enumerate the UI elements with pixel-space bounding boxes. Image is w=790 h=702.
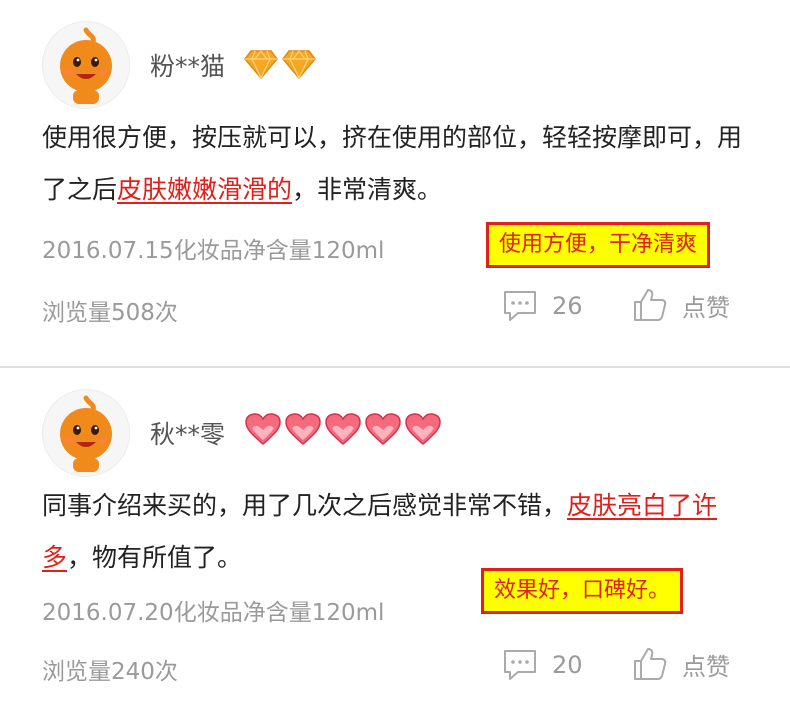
review-meta: 2016.07.20化妆品净含量120ml (42, 600, 385, 626)
thumbs-up-icon (634, 289, 667, 321)
avatar[interactable] (42, 389, 130, 477)
annotation-note: 使用方便，干净清爽 (486, 222, 711, 268)
comment-bubble-icon (504, 291, 536, 321)
thumbs-up-icon (634, 648, 667, 680)
annotation-note: 效果好，口碑好。 (481, 568, 684, 614)
review-content: 使用很方便，按压就可以，挤在使用的部位，轻轻按摩即可，用了之后皮肤嫩嫩滑滑的，非… (42, 112, 752, 216)
like-label: 点赞 (682, 293, 730, 322)
comment-bubble-icon (504, 650, 536, 680)
user-level-badges (243, 48, 317, 80)
comment-count: 26 (552, 292, 583, 320)
view-count: 浏览量240次 (42, 659, 178, 685)
comment-button[interactable]: 20 (502, 648, 583, 682)
gold-diamond-icon (244, 50, 278, 80)
review-card: 粉**猫 使用很方便，按压就可以，挤在使用的部位，轻轻按摩即可，用了之后皮肤嫩嫩… (0, 0, 790, 366)
user-level-badges (244, 412, 442, 446)
red-heart-icon (405, 413, 441, 446)
comment-count: 20 (552, 651, 583, 679)
orange-mascot-avatar-icon (43, 390, 129, 476)
username[interactable]: 秋**零 (150, 415, 225, 451)
review-meta: 2016.07.15化妆品净含量120ml (42, 238, 385, 264)
red-heart-icon (245, 413, 281, 446)
view-count: 浏览量508次 (42, 300, 178, 326)
red-heart-icon (325, 413, 361, 446)
red-heart-icon (285, 413, 321, 446)
avatar[interactable] (42, 21, 130, 109)
like-label: 点赞 (682, 652, 730, 681)
gold-diamond-icon (282, 50, 316, 80)
like-button[interactable]: 点赞 (632, 646, 730, 682)
review-text: 同事介绍来买的，用了几次之后感觉非常不错， (42, 491, 568, 520)
review-text-end: ，非常清爽。 (292, 175, 443, 204)
highlighted-phrase: 皮肤嫩嫩滑滑的 (117, 175, 293, 204)
like-button[interactable]: 点赞 (632, 287, 730, 323)
comment-button[interactable]: 26 (502, 289, 583, 323)
orange-mascot-avatar-icon (43, 22, 129, 108)
review-card: 秋**零 同事介绍来买的，用了几次之后感觉非常不错，皮肤亮白了许多，物有所值了。… (0, 368, 790, 702)
red-heart-icon (365, 413, 401, 446)
review-text-end: ，物有所值了。 (67, 543, 243, 572)
username[interactable]: 粉**猫 (150, 47, 225, 83)
